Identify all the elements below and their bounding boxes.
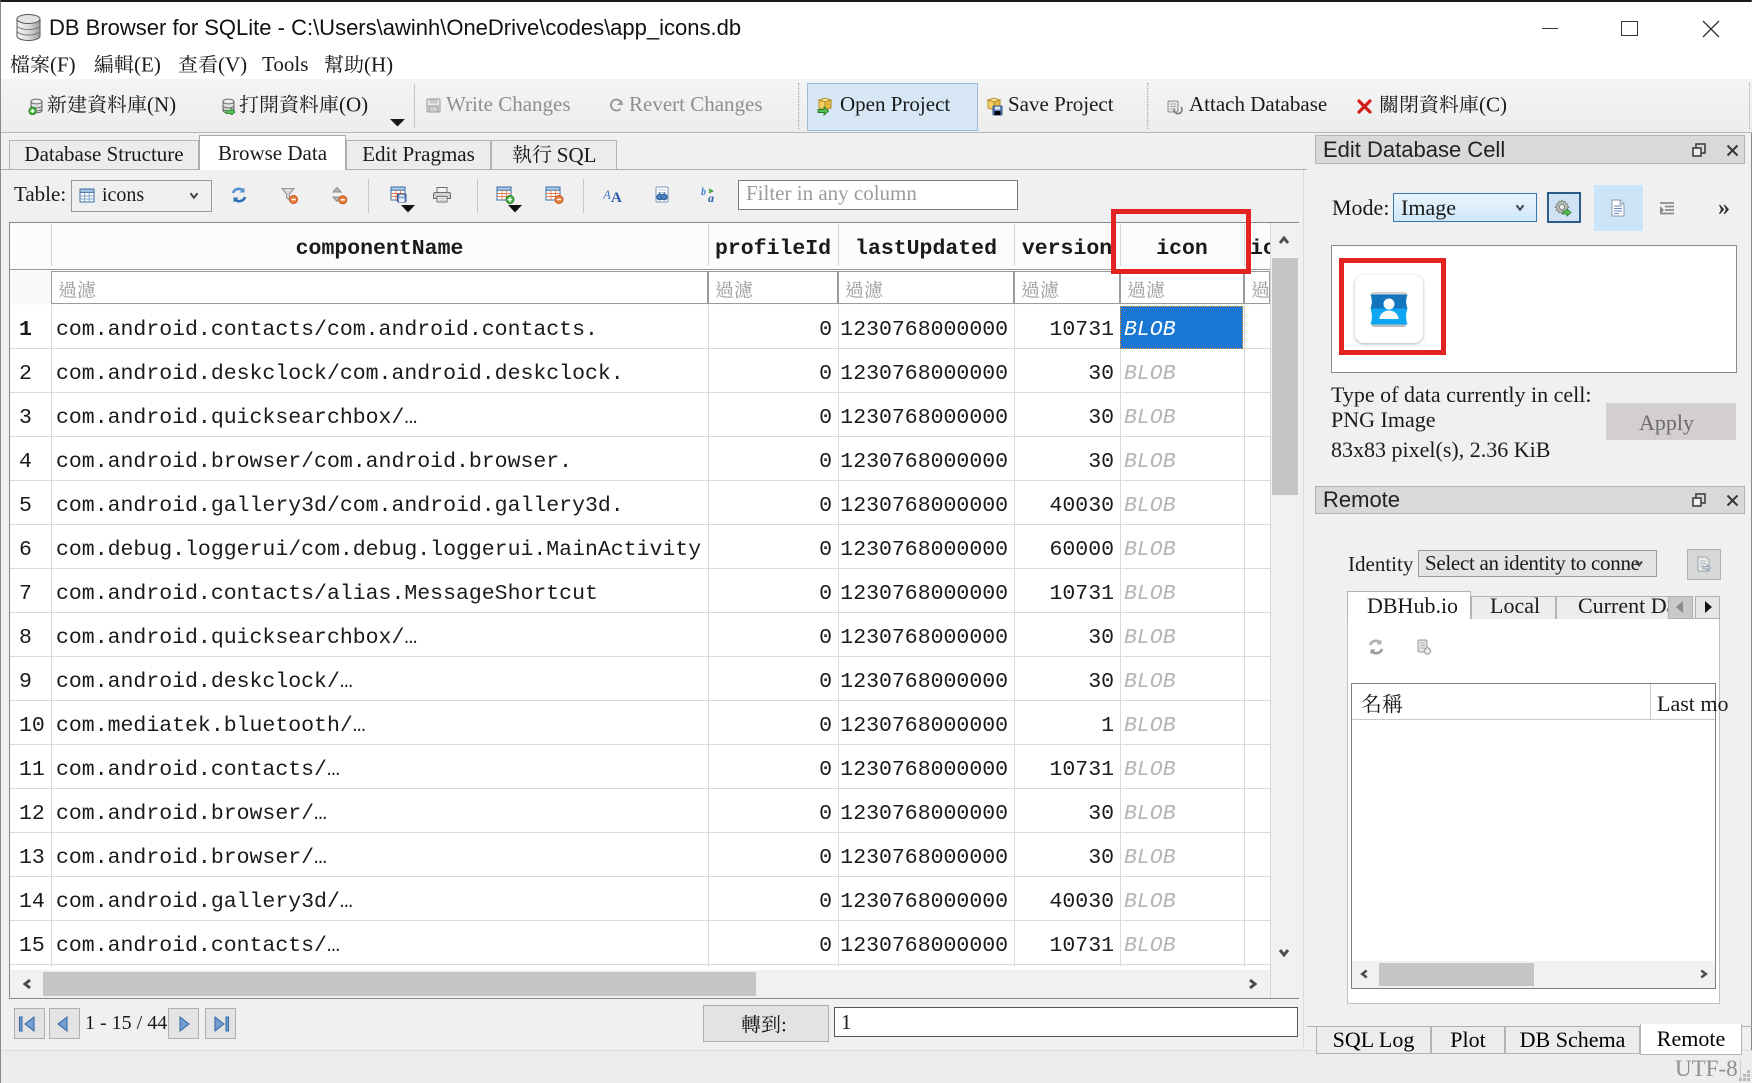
svg-text:A: A	[603, 187, 611, 202]
svg-text:a: a	[708, 191, 714, 204]
svg-text:b: b	[701, 187, 706, 198]
svg-text:A: A	[611, 190, 622, 204]
